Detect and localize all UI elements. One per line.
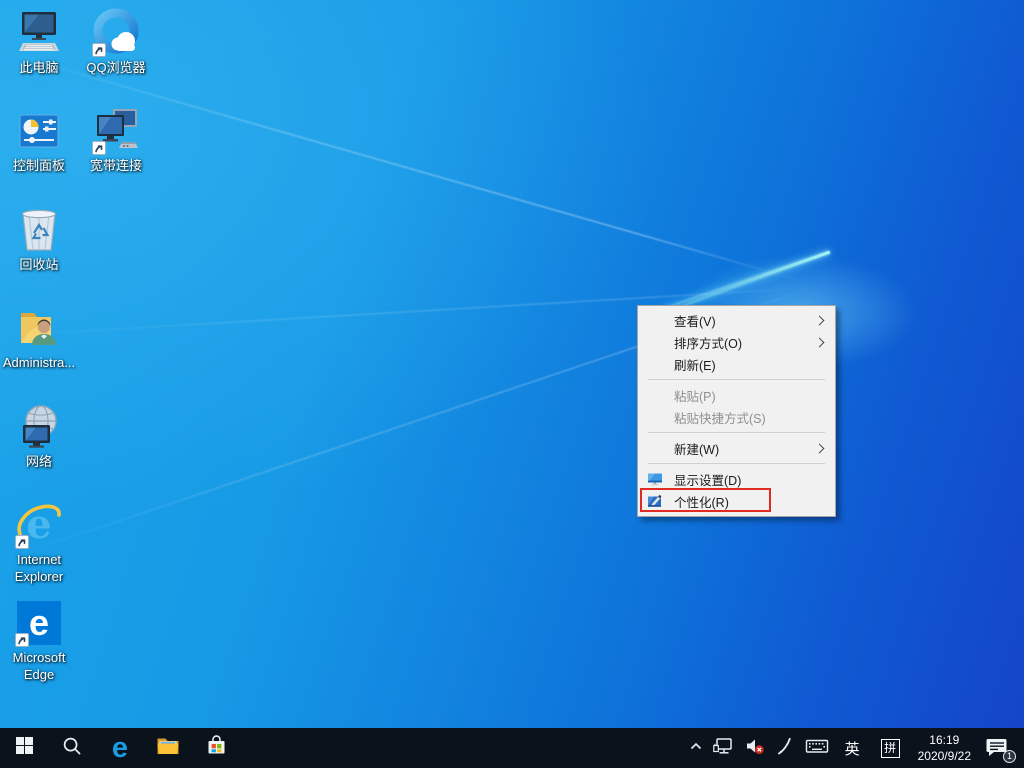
microsoft-edge-icon: e xyxy=(112,729,128,767)
menu-item-sort-by[interactable]: 排序方式(O) xyxy=(638,331,835,353)
desktop-icon-recycle-bin[interactable]: 回收站 xyxy=(0,205,78,274)
taskbar-clock[interactable]: 16:19 2020/9/22 xyxy=(910,732,979,764)
ime-pinyin-icon: 拼 xyxy=(881,739,900,758)
desktop-icon-this-pc[interactable]: 此电脑 xyxy=(0,8,78,77)
desktop-context-menu: 查看(V) 排序方式(O) 刷新(E) 粘贴(P) 粘贴快捷方式(S) 新建(W… xyxy=(637,305,836,517)
ime-language-indicator[interactable]: 英 xyxy=(834,728,871,768)
pen-icon xyxy=(775,736,795,761)
shortcut-arrow-icon xyxy=(92,43,106,57)
menu-separator xyxy=(648,379,825,380)
search-button[interactable] xyxy=(48,728,96,768)
qq-browser-icon xyxy=(91,8,141,58)
windows-desktop-screen: 此电脑 QQ浏览器 xyxy=(0,0,1024,768)
shortcut-arrow-icon xyxy=(92,141,106,155)
menu-item-refresh[interactable]: 刷新(E) xyxy=(638,353,835,375)
menu-icon-placeholder xyxy=(647,387,674,403)
menu-item-personalize[interactable]: 个性化(R) xyxy=(638,490,835,512)
menu-item-display-settings[interactable]: 显示设置(D) xyxy=(638,468,835,490)
windows-start-icon xyxy=(16,737,33,759)
ime-mode-indicator[interactable]: 拼 xyxy=(871,728,910,768)
desktop-icon-label: 宽带连接 xyxy=(90,158,142,175)
search-icon xyxy=(62,736,82,761)
chevron-up-icon xyxy=(689,739,703,758)
internet-explorer-icon: e xyxy=(14,500,64,550)
taskbar-store-button[interactable] xyxy=(192,728,240,768)
desktop-icon-label: Administra... xyxy=(3,355,75,372)
taskbar-edge-button[interactable]: e xyxy=(96,728,144,768)
menu-icon-placeholder xyxy=(647,334,674,350)
desktop-icon-microsoft-edge[interactable]: e Microsoft Edge xyxy=(0,598,78,683)
taskbar-empty-area[interactable] xyxy=(240,728,684,768)
taskbar-file-explorer-button[interactable] xyxy=(144,728,192,768)
system-tray: 英 拼 16:19 2020/9/22 1 xyxy=(684,728,1024,768)
svg-text:e: e xyxy=(29,602,49,643)
tray-overflow-button[interactable] xyxy=(684,728,708,768)
menu-icon-placeholder xyxy=(647,409,674,425)
menu-item-paste-shortcut: 粘贴快捷方式(S) xyxy=(638,406,835,428)
broadband-connection-icon xyxy=(91,106,141,156)
microsoft-store-icon xyxy=(206,735,227,761)
desktop-icon-label: 控制面板 xyxy=(13,158,65,175)
menu-item-new[interactable]: 新建(W) xyxy=(638,437,835,459)
recycle-bin-icon xyxy=(14,205,64,255)
desktop-icon-control-panel[interactable]: 控制面板 xyxy=(0,106,78,175)
shortcut-arrow-icon xyxy=(15,633,29,647)
submenu-chevron-icon xyxy=(815,443,825,453)
menu-separator xyxy=(648,432,825,433)
menu-separator xyxy=(648,463,825,464)
action-center-icon: 1 xyxy=(984,736,1014,760)
touch-keyboard-button[interactable] xyxy=(800,728,834,768)
touch-keyboard-icon xyxy=(805,736,829,761)
menu-item-paste: 粘贴(P) xyxy=(638,384,835,406)
notification-count-badge: 1 xyxy=(1003,750,1016,763)
menu-item-view[interactable]: 查看(V) xyxy=(638,309,835,331)
control-panel-icon xyxy=(14,106,64,156)
menu-icon-placeholder xyxy=(647,356,674,372)
desktop-icon-label: QQ浏览器 xyxy=(86,60,145,77)
network-tray-button[interactable] xyxy=(708,728,740,768)
submenu-chevron-icon xyxy=(815,315,825,325)
desktop-icon-label: 此电脑 xyxy=(19,60,58,77)
clock-date: 2020/9/22 xyxy=(918,748,971,764)
personalize-icon xyxy=(647,493,674,509)
desktop-icon-network[interactable]: 网络 xyxy=(0,402,78,471)
network-ethernet-icon xyxy=(713,736,735,761)
shortcut-arrow-icon xyxy=(15,535,29,549)
wallpaper-windows-logo-edge xyxy=(658,251,830,314)
desktop-icon-qq-browser[interactable]: QQ浏览器 xyxy=(77,8,155,77)
volume-muted-icon xyxy=(745,736,765,761)
user-folder-icon xyxy=(14,303,64,353)
start-button[interactable] xyxy=(0,728,48,768)
display-settings-icon xyxy=(647,471,674,487)
pen-tray-button[interactable] xyxy=(770,728,800,768)
menu-icon-placeholder xyxy=(647,312,674,328)
desktop-icon-broadband-connection[interactable]: 宽带连接 xyxy=(77,106,155,175)
desktop-icon-label: 回收站 xyxy=(19,257,58,274)
desktop-icon-administrator-folder[interactable]: Administra... xyxy=(0,303,78,372)
desktop-icon-internet-explorer[interactable]: e Internet Explorer xyxy=(0,500,78,585)
network-icon xyxy=(14,402,64,452)
ime-language-label: 英 xyxy=(839,738,866,759)
submenu-chevron-icon xyxy=(815,337,825,347)
volume-tray-button[interactable] xyxy=(740,728,770,768)
menu-icon-placeholder xyxy=(647,440,674,456)
desktop-icon-label: Microsoft Edge xyxy=(0,650,78,683)
file-explorer-icon xyxy=(156,735,180,762)
taskbar: e xyxy=(0,728,1024,768)
clock-time: 16:19 xyxy=(918,732,971,748)
action-center-button[interactable]: 1 xyxy=(979,728,1019,768)
desktop-icon-label: Internet Explorer xyxy=(0,552,78,585)
microsoft-edge-icon: e xyxy=(14,598,64,648)
desktop-icon-label: 网络 xyxy=(26,454,52,471)
this-pc-icon xyxy=(14,8,64,58)
